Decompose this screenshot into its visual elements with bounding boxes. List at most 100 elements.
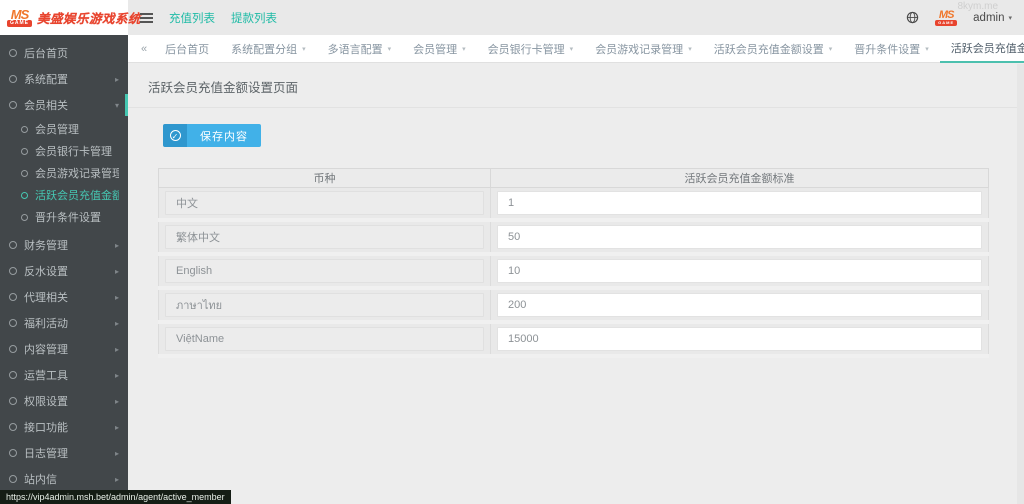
currency-label-field <box>165 191 484 215</box>
brand-title: 美盛娱乐游戏系统 <box>37 8 141 27</box>
circle-icon <box>9 293 17 301</box>
page-header: 活跃会员充值金额设置页面 <box>128 63 1024 108</box>
sidebar-item-site-message[interactable]: 站内信 ▸ <box>0 466 128 492</box>
column-header-standard: 活跃会员充值金额标准 <box>491 169 989 188</box>
table-row <box>159 254 989 288</box>
sidebar-item-interface[interactable]: 接口功能 ▸ <box>0 414 128 440</box>
sidebar-item-content[interactable]: 内容管理 ▸ <box>0 336 128 362</box>
currency-label-field <box>165 327 484 351</box>
chevron-right-icon: ▸ <box>115 475 119 484</box>
amount-input[interactable] <box>497 191 982 215</box>
circle-icon <box>21 148 28 155</box>
table-header-row: 币种 活跃会员充值金额标准 <box>159 169 989 188</box>
sidebar-item-member-game-record[interactable]: 会员游戏记录管理 <box>0 162 128 184</box>
circle-icon <box>9 475 17 483</box>
tabs-first-icon[interactable]: « <box>134 43 154 55</box>
currency-label-field <box>165 293 484 317</box>
circle-icon <box>21 214 28 221</box>
tab-active-member-recharge-1[interactable]: 活跃会员充值金额设置 ▾ <box>703 35 844 63</box>
tab-member-manage[interactable]: 会员管理 ▾ <box>402 35 477 63</box>
sidebar-item-operation-tools[interactable]: 运营工具 ▸ <box>0 362 128 388</box>
circle-icon <box>9 319 17 327</box>
sidebar-toggle-icon[interactable] <box>140 13 153 23</box>
chevron-down-icon: ▾ <box>1008 14 1012 22</box>
tab-member-bankcard[interactable]: 会员银行卡管理 ▾ <box>477 35 585 63</box>
currency-label-field <box>165 259 484 283</box>
toolbar: ✓ 保存内容 <box>163 124 989 147</box>
nav-recharge-list[interactable]: 充值列表 <box>169 10 215 26</box>
nav-withdraw-list[interactable]: 提款列表 <box>231 10 277 26</box>
chevron-right-icon: ▸ <box>115 397 119 406</box>
sidebar: 后台首页 系统配置 ▸ 会员相关 ▾ 会员管理 会员银行卡管理 会员游戏记录管理… <box>0 35 128 504</box>
circle-icon <box>9 449 17 457</box>
save-button-label: 保存内容 <box>187 124 261 147</box>
settings-table: 币种 活跃会员充值金额标准 <box>158 168 989 358</box>
circle-icon <box>9 371 17 379</box>
top-toolbar: 充值列表 提款列表 MS GAME admin ▾ <box>128 0 1024 35</box>
table-row <box>159 288 989 322</box>
chevron-right-icon: ▸ <box>115 423 119 432</box>
tab-member-game-record[interactable]: 会员游戏记录管理 ▾ <box>584 35 703 63</box>
sidebar-item-member-manage[interactable]: 会员管理 <box>0 118 128 140</box>
sidebar-item-log[interactable]: 日志管理 ▸ <box>0 440 128 466</box>
top-header: MS GAME 美盛娱乐游戏系统 充值列表 提款列表 MS GAME admin… <box>0 0 1024 35</box>
sidebar-item-welfare[interactable]: 福利活动 ▸ <box>0 310 128 336</box>
chevron-down-icon: ▾ <box>115 101 119 110</box>
amount-input[interactable] <box>497 293 982 317</box>
chevron-down-icon: ▾ <box>688 45 692 53</box>
sidebar-item-member-related[interactable]: 会员相关 ▾ <box>0 92 128 118</box>
sidebar-item-finance[interactable]: 财务管理 ▸ <box>0 232 128 258</box>
circle-icon <box>9 49 17 57</box>
amount-input[interactable] <box>497 225 982 249</box>
amount-input[interactable] <box>497 327 982 351</box>
language-icon[interactable] <box>906 11 919 24</box>
sidebar-item-rebate[interactable]: 反水设置 ▸ <box>0 258 128 284</box>
table-row <box>159 220 989 254</box>
chevron-down-icon: ▾ <box>829 45 833 53</box>
chevron-down-icon: ▾ <box>388 45 392 53</box>
tab-multilang-config[interactable]: 多语言配置 ▾ <box>317 35 403 63</box>
check-icon: ✓ <box>163 124 187 147</box>
chevron-right-icon: ▸ <box>115 267 119 276</box>
brand-logo: MS GAME 美盛娱乐游戏系统 <box>0 0 128 35</box>
sidebar-item-member-bankcard[interactable]: 会员银行卡管理 <box>0 140 128 162</box>
tab-home[interactable]: 后台首页 <box>154 35 220 63</box>
tab-active-member-recharge-2[interactable]: 活跃会员充值金额设置 ▾ <box>940 35 1024 63</box>
circle-icon <box>9 345 17 353</box>
circle-icon <box>9 75 17 83</box>
tab-promotion-condition[interactable]: 晋升条件设置 ▾ <box>843 35 940 63</box>
active-indicator <box>125 94 128 116</box>
sidebar-item-active-member-recharge[interactable]: 活跃会员充值金额设置 <box>0 184 128 206</box>
user-menu[interactable]: admin ▾ <box>973 12 1012 24</box>
sidebar-item-home[interactable]: 后台首页 <box>0 40 128 66</box>
table-row <box>159 322 989 356</box>
sidebar-item-agent[interactable]: 代理相关 ▸ <box>0 284 128 310</box>
amount-input[interactable] <box>497 259 982 283</box>
chevron-right-icon: ▸ <box>115 371 119 380</box>
sidebar-item-promotion-condition[interactable]: 晋升条件设置 <box>0 206 128 228</box>
ms-logo-icon: MS GAME <box>7 8 32 27</box>
sidebar-item-system-config[interactable]: 系统配置 ▸ <box>0 66 128 92</box>
sidebar-item-permission[interactable]: 权限设置 ▸ <box>0 388 128 414</box>
circle-icon <box>9 101 17 109</box>
chevron-down-icon: ▾ <box>925 45 929 53</box>
user-name: admin <box>973 12 1004 24</box>
sidebar-submenu-member: 会员管理 会员银行卡管理 会员游戏记录管理 活跃会员充值金额设置 晋升条件设置 <box>0 118 128 228</box>
circle-icon <box>21 192 28 199</box>
watermark-text: 8kym.me <box>957 1 998 12</box>
chevron-right-icon: ▸ <box>115 75 119 84</box>
chevron-down-icon: ▾ <box>570 45 574 53</box>
settings-table-wrap: 币种 活跃会员充值金额标准 <box>158 168 989 358</box>
scrollbar[interactable] <box>1017 64 1024 504</box>
chevron-right-icon: ▸ <box>115 449 119 458</box>
currency-label-field <box>165 225 484 249</box>
status-url: https://vip4admin.msh.bet/admin/agent/ac… <box>0 490 231 504</box>
circle-icon <box>21 170 28 177</box>
circle-icon <box>9 397 17 405</box>
column-header-currency: 币种 <box>159 169 491 188</box>
chevron-right-icon: ▸ <box>115 293 119 302</box>
chevron-right-icon: ▸ <box>115 241 119 250</box>
save-button[interactable]: ✓ 保存内容 <box>163 124 261 147</box>
circle-icon <box>21 126 28 133</box>
tab-system-config-group[interactable]: 系统配置分组 ▾ <box>220 35 317 63</box>
